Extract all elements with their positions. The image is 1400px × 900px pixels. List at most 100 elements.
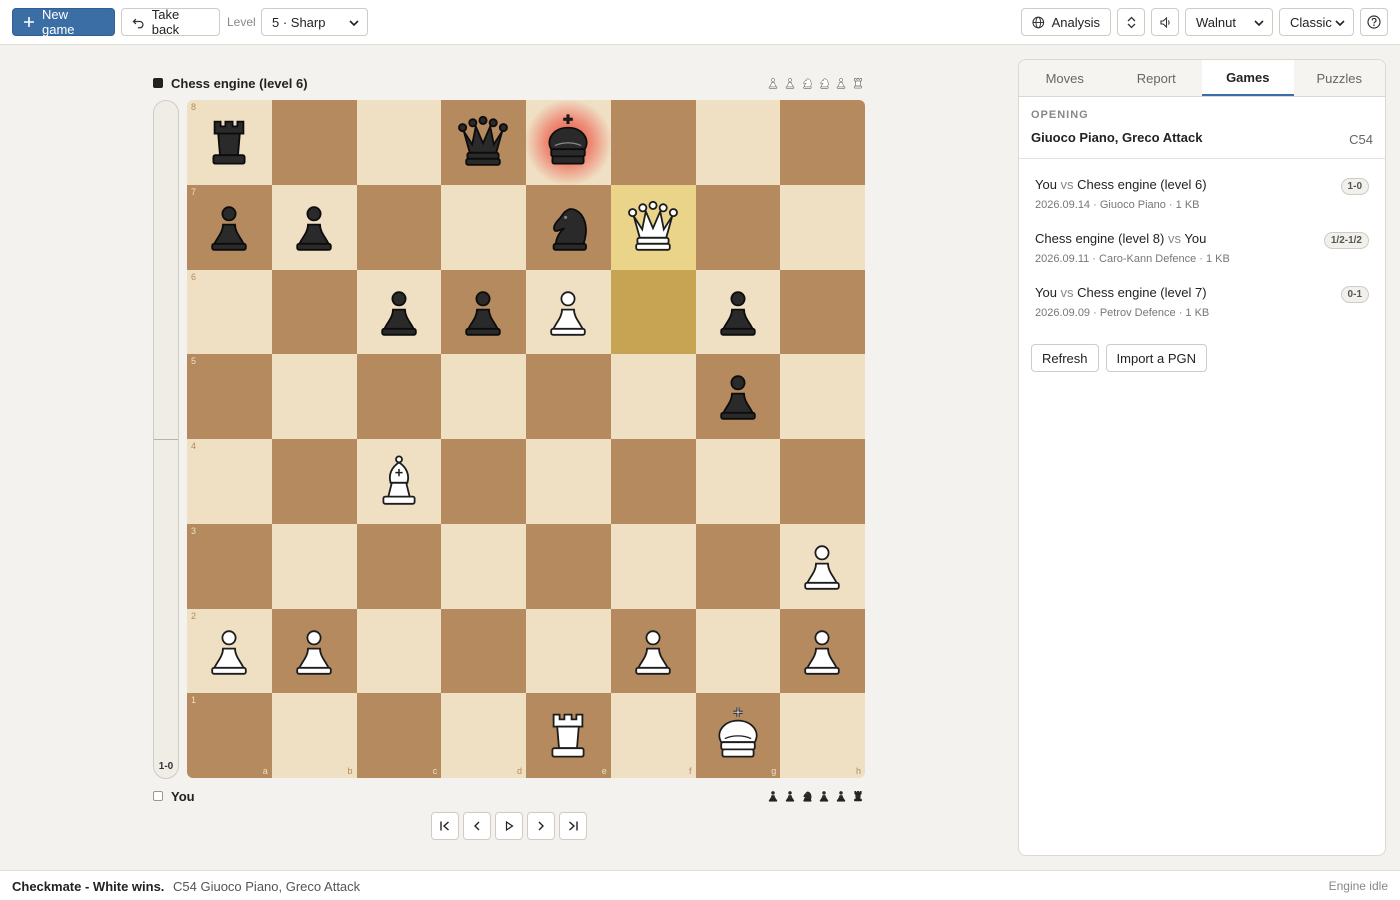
- square-c8[interactable]: [356, 100, 442, 185]
- square-g7[interactable]: [695, 184, 781, 270]
- square-f5[interactable]: [610, 354, 696, 439]
- square-e6[interactable]: [526, 269, 611, 355]
- square-e8[interactable]: [526, 100, 611, 185]
- square-e4[interactable]: [526, 439, 611, 524]
- square-a7[interactable]: 7: [187, 184, 272, 270]
- black-king-icon[interactable]: [538, 112, 598, 172]
- black-knight-icon[interactable]: [538, 197, 598, 257]
- square-h8[interactable]: [780, 100, 865, 185]
- help-button[interactable]: [1360, 8, 1388, 36]
- square-f8[interactable]: [610, 100, 696, 185]
- square-c1[interactable]: c: [356, 693, 442, 778]
- black-pawn-icon[interactable]: [369, 282, 429, 342]
- black-pawn-icon[interactable]: [199, 197, 259, 257]
- black-rook-icon[interactable]: [199, 112, 259, 172]
- black-queen-icon[interactable]: [453, 112, 513, 172]
- white-pawn-icon[interactable]: [538, 282, 598, 342]
- square-e3[interactable]: [526, 523, 611, 609]
- take-back-button[interactable]: Take back: [121, 7, 220, 37]
- square-f1[interactable]: f: [610, 693, 696, 778]
- chess-board[interactable]: 8 7 6 5 4 3 2 1 a b c d e f g h: [187, 100, 865, 778]
- square-c7[interactable]: [356, 184, 442, 270]
- play-button[interactable]: [495, 812, 523, 840]
- square-g5[interactable]: [695, 354, 781, 439]
- piece-set-select[interactable]: Classic: [1279, 8, 1354, 36]
- square-c6[interactable]: [356, 269, 442, 355]
- square-d8[interactable]: [441, 100, 526, 185]
- next-move-button[interactable]: [527, 812, 555, 840]
- square-b1[interactable]: b: [271, 693, 357, 778]
- game-list-item[interactable]: You vs Chess engine (level 6) 2026.09.14 …: [1019, 170, 1385, 224]
- square-d6[interactable]: [441, 269, 526, 355]
- white-pawn-icon[interactable]: [623, 621, 683, 681]
- square-g2[interactable]: [695, 608, 781, 694]
- first-move-button[interactable]: [431, 812, 459, 840]
- board-theme-select[interactable]: Walnut: [1185, 8, 1273, 36]
- square-b5[interactable]: [271, 354, 357, 439]
- square-a3[interactable]: 3: [187, 523, 272, 609]
- square-d1[interactable]: d: [441, 693, 526, 778]
- flip-board-button[interactable]: [1117, 8, 1145, 36]
- square-b6[interactable]: [271, 269, 357, 355]
- black-pawn-icon[interactable]: [708, 282, 768, 342]
- square-c5[interactable]: [356, 354, 442, 439]
- square-c4[interactable]: [356, 439, 442, 524]
- square-b4[interactable]: [271, 439, 357, 524]
- square-f2[interactable]: [610, 608, 696, 694]
- black-pawn-icon[interactable]: [453, 282, 513, 342]
- square-h2[interactable]: [780, 608, 865, 694]
- square-f7[interactable]: [610, 184, 696, 270]
- import-pgn-button[interactable]: Import a PGN: [1105, 344, 1207, 372]
- square-a4[interactable]: 4: [187, 439, 272, 524]
- square-e2[interactable]: [526, 608, 611, 694]
- square-h1[interactable]: h: [780, 693, 865, 778]
- white-queen-icon[interactable]: [623, 197, 683, 257]
- sound-button[interactable]: [1151, 8, 1179, 36]
- square-a1[interactable]: 1a: [187, 693, 272, 778]
- square-g4[interactable]: [695, 439, 781, 524]
- square-g3[interactable]: [695, 523, 781, 609]
- black-pawn-icon[interactable]: [708, 366, 768, 426]
- square-d2[interactable]: [441, 608, 526, 694]
- previous-move-button[interactable]: [463, 812, 491, 840]
- white-king-icon[interactable]: [708, 705, 768, 765]
- square-c3[interactable]: [356, 523, 442, 609]
- square-d4[interactable]: [441, 439, 526, 524]
- game-list-item[interactable]: Chess engine (level 8) vs You 2026.09.11 …: [1019, 224, 1385, 278]
- analysis-button[interactable]: Analysis: [1021, 8, 1111, 36]
- square-g1[interactable]: g: [695, 693, 781, 778]
- white-bishop-icon[interactable]: [369, 451, 429, 511]
- square-e1[interactable]: e: [526, 693, 611, 778]
- square-h4[interactable]: [780, 439, 865, 524]
- level-select[interactable]: 5 · Sharp: [261, 8, 368, 36]
- square-b3[interactable]: [271, 523, 357, 609]
- square-f4[interactable]: [610, 439, 696, 524]
- square-f3[interactable]: [610, 523, 696, 609]
- square-e7[interactable]: [526, 184, 611, 270]
- new-game-button[interactable]: New game: [12, 7, 115, 37]
- square-a2[interactable]: 2: [187, 608, 272, 694]
- square-h7[interactable]: [780, 184, 865, 270]
- square-b7[interactable]: [271, 184, 357, 270]
- black-pawn-icon[interactable]: [284, 197, 344, 257]
- refresh-button[interactable]: Refresh: [1031, 344, 1099, 372]
- square-a8[interactable]: 8: [187, 100, 272, 185]
- white-rook-icon[interactable]: [538, 705, 598, 765]
- square-d3[interactable]: [441, 523, 526, 609]
- square-d7[interactable]: [441, 184, 526, 270]
- square-c2[interactable]: [356, 608, 442, 694]
- square-a6[interactable]: 6: [187, 269, 272, 355]
- white-pawn-icon[interactable]: [792, 621, 852, 681]
- square-h5[interactable]: [780, 354, 865, 439]
- tab-report[interactable]: Report: [1111, 60, 1203, 96]
- square-h3[interactable]: [780, 523, 865, 609]
- square-a5[interactable]: 5: [187, 354, 272, 439]
- white-pawn-icon[interactable]: [792, 536, 852, 596]
- square-b2[interactable]: [271, 608, 357, 694]
- last-move-button[interactable]: [559, 812, 587, 840]
- tab-puzzles[interactable]: Puzzles: [1294, 60, 1386, 96]
- square-d5[interactable]: [441, 354, 526, 439]
- square-e5[interactable]: [526, 354, 611, 439]
- game-list-item[interactable]: You vs Chess engine (level 7) 2026.09.09 …: [1019, 278, 1385, 332]
- square-b8[interactable]: [271, 100, 357, 185]
